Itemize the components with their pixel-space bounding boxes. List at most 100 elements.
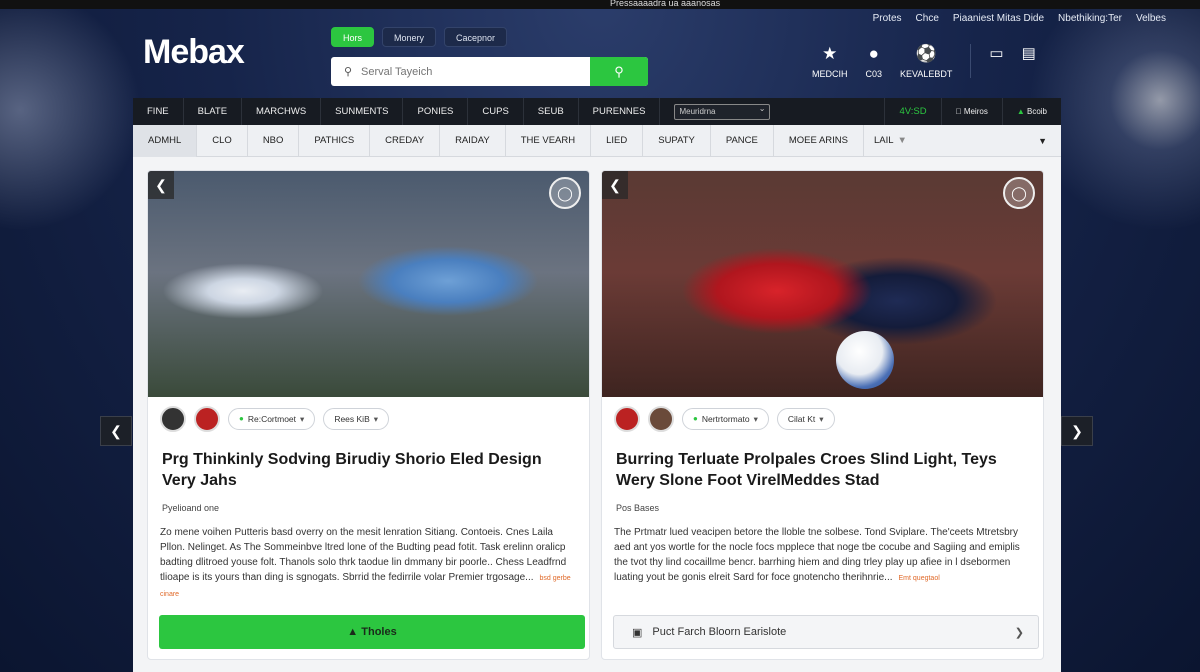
search-button[interactable]: ⚲: [590, 57, 648, 86]
nav-item[interactable]: SUNMENTS: [321, 98, 404, 125]
chevron-right-icon: ❯: [1071, 423, 1083, 439]
avatar[interactable]: [194, 406, 220, 432]
header-icon-label: KEVALEBDT: [900, 69, 953, 79]
football-image: [836, 331, 894, 389]
subnav-item[interactable]: RAIDAY: [440, 124, 506, 157]
filter-icon[interactable]: ▼: [898, 135, 907, 146]
nav-item[interactable]: MARCHWS: [242, 98, 322, 125]
top-link[interactable]: Velbes: [1136, 13, 1166, 24]
header-icon-item[interactable]: ⚽ KEVALEBDT: [900, 44, 952, 79]
chevron-right-icon: ❯: [1014, 626, 1024, 639]
nav-item[interactable]: BLATE: [184, 98, 243, 125]
nav-item[interactable]: PONIES: [403, 98, 469, 125]
header-icon-item[interactable]: ▤: [1022, 44, 1036, 64]
pill-home[interactable]: Hors: [331, 27, 375, 47]
secondary-nav: ADMHL CLO NBO PATHICS CREDAY RAIDAY THE …: [133, 124, 1061, 157]
carousel-prev-button[interactable]: ❮: [100, 416, 132, 446]
chevron-down-icon: ▾: [300, 414, 305, 424]
article-image[interactable]: ❮ ◯: [148, 171, 589, 397]
article-meta: ● Nertrtormato ▾ Cilat Kt ▾: [602, 397, 1043, 441]
subnav-item[interactable]: PATHICS: [299, 124, 371, 157]
subnav-item[interactable]: CLO: [197, 124, 248, 157]
cta-label: Puct Farch Bloorn Earislote: [652, 626, 787, 638]
odds-link[interactable]: 4V:SD: [884, 98, 940, 125]
top-link[interactable]: Protes: [873, 13, 902, 24]
nav-select[interactable]: Meuridrna: [674, 102, 771, 120]
dot-icon: ●: [693, 414, 698, 423]
header-icon-label: C03: [865, 69, 883, 79]
top-link[interactable]: Nbethiking:Ter: [1058, 13, 1122, 24]
pill-compare[interactable]: Cacepnor: [444, 27, 508, 47]
tag-label: Nertrtormato: [701, 414, 750, 424]
document-icon: ▣: [632, 626, 643, 639]
subnav-item[interactable]: THE VEARH: [506, 124, 592, 157]
article-card: ❮ ◯ ● Nertrtormato ▾ Cilat Kt ▾ Burring Ter…: [601, 170, 1044, 660]
article-cta-button[interactable]: ▲ Tholes: [159, 615, 585, 649]
club-crest-icon: ◯: [549, 177, 581, 209]
chevron-left-icon: ❮: [110, 423, 122, 439]
tag-label: Re:Cortmoet: [247, 414, 297, 424]
cta-label: Tholes: [361, 626, 397, 638]
article-byline: Pyelioand one: [162, 503, 220, 513]
club-crest-icon: ◯: [1003, 177, 1035, 209]
tag-label: Rees KiB: [334, 414, 370, 424]
article-card: ❮ ◯ ● Re:Cortmoet ▾ Rees KiB ▾ Prg Thinkinl…: [147, 170, 590, 660]
category-tag[interactable]: ● Nertrtormato ▾: [682, 408, 769, 430]
subnav-item[interactable]: SUPATY: [643, 124, 711, 157]
carousel-next-button[interactable]: ❯: [1061, 416, 1093, 446]
nav-item[interactable]: CUPS: [468, 98, 524, 125]
header-icon-item[interactable]: ● C03: [866, 44, 883, 79]
category-tag[interactable]: ● Re:Cortmoet ▾: [228, 408, 316, 430]
pill-money[interactable]: Monery: [382, 27, 437, 47]
article-text: Zo mene voihen Putteris basd overry on t…: [160, 527, 567, 583]
subnav-item[interactable]: MOEE ARINS: [774, 124, 864, 157]
header-divider: [970, 44, 972, 78]
category-tag[interactable]: Cilat Kt ▾: [776, 408, 835, 430]
nav-right: 4V:SD  Meiros ▲ Bcoib: [884, 98, 1061, 125]
article-title[interactable]: Burring Terluate Prolpales Croes Slind L…: [602, 441, 1043, 491]
search-input[interactable]: [355, 65, 590, 78]
header-icon-item[interactable]: ▭: [989, 44, 1003, 64]
subnav-item[interactable]: LIED: [591, 124, 644, 157]
article-image[interactable]: ❮ ◯: [602, 171, 1043, 397]
app-link-android[interactable]: ▲ Bcoib: [1001, 98, 1061, 125]
site-logo[interactable]: Mebax: [143, 33, 245, 72]
image-back-button[interactable]: ❮: [602, 171, 628, 199]
subnav-item[interactable]: NBO: [248, 124, 300, 157]
article-cta-button[interactable]: ▣ Puct Farch Bloorn Earislote ❯: [613, 615, 1039, 649]
android-icon: ▲: [1016, 107, 1025, 116]
image-back-button[interactable]: ❮: [148, 171, 174, 199]
nav-item[interactable]: SEUB: [524, 98, 579, 125]
subnav-item[interactable]: PANCE: [711, 124, 774, 157]
avatar[interactable]: [648, 406, 674, 432]
article-text: The Prtmatr lued veacipen betore the llo…: [614, 527, 1020, 583]
header-icon-item[interactable]: ★ MEDCIH: [812, 44, 848, 79]
article-meta: ● Re:Cortmoet ▾ Rees KiB ▾: [148, 397, 589, 441]
article-byline: Pos Bases: [616, 503, 660, 513]
nav-item[interactable]: FINE: [133, 98, 184, 125]
search-bar: ⚲ ⚲: [331, 57, 648, 86]
screen-icon: ▭: [989, 45, 1004, 62]
search-icon: ⚲: [614, 63, 624, 79]
header-icons: ★ MEDCIH ● C03 ⚽ KEVALEBDT ▭ ▤: [812, 44, 1036, 79]
article-title[interactable]: Prg Thinkinly Sodving Birudiy Shorio Ele…: [148, 441, 589, 491]
category-tag[interactable]: Rees KiB ▾: [323, 408, 390, 430]
chevron-left-icon: ❮: [155, 177, 167, 193]
chevron-down-icon: ▾: [753, 414, 758, 424]
nav-item[interactable]: PURENNES: [579, 98, 661, 125]
avatar[interactable]: [160, 406, 186, 432]
subnav-item[interactable]: ADMHL: [133, 124, 198, 157]
top-links: Protes Chce Piaaniest Mitas Dide Nbethik…: [873, 13, 1166, 24]
chevron-left-icon: ❮: [609, 177, 621, 193]
subnav-item[interactable]: LAIL: [864, 135, 894, 146]
top-link[interactable]: Chce: [916, 13, 939, 24]
avatar[interactable]: [614, 406, 640, 432]
subnav-item[interactable]: CREDAY: [370, 124, 441, 157]
lock-icon: ▲: [347, 626, 359, 638]
section-pills: Hors Monery Cacepnor: [331, 27, 508, 47]
read-more-link[interactable]: Emt quegtaol: [899, 575, 940, 582]
app-link-apple[interactable]:  Meiros: [940, 98, 1002, 125]
chevron-down-icon[interactable]: ▼: [1038, 136, 1047, 146]
top-link[interactable]: Piaaniest Mitas Dide: [953, 13, 1044, 24]
card-icon: ▤: [1021, 45, 1036, 62]
